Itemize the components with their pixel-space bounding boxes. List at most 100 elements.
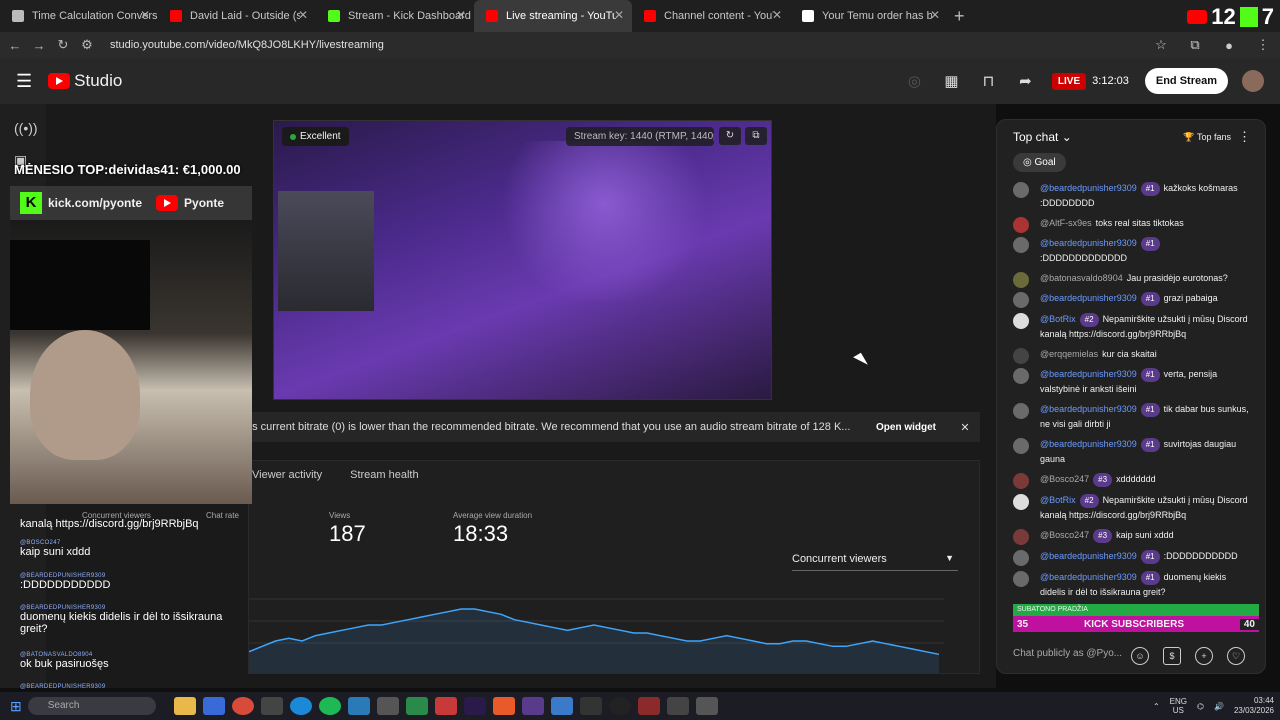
studio-logo[interactable]: Studio [48, 71, 122, 91]
chat-author[interactable]: @beardedpunisher9309 [1040, 183, 1137, 193]
hamburger-menu-icon[interactable]: ☰ [16, 71, 32, 92]
chat-message[interactable]: @Bosco247 #3 kaip suni xddd [997, 525, 1259, 546]
chat-message[interactable]: @beardedpunisher9309 #1 duomenų kiekis did… [997, 567, 1259, 602]
terminal-icon[interactable] [579, 697, 602, 715]
close-icon[interactable]: ✕ [950, 421, 980, 434]
chat-author[interactable]: @beardedpunisher9309 [1040, 238, 1137, 248]
premiere-icon[interactable] [463, 697, 486, 715]
profile-icon[interactable]: ● [1212, 38, 1246, 53]
tab-close-icon[interactable]: ✕ [930, 8, 940, 22]
emoji-icon[interactable]: ☺ [1131, 647, 1149, 665]
chat-message[interactable]: @BotRix #2 Nepamirškite užsukti į mūsų Dis… [997, 309, 1259, 344]
streaming-status-icon[interactable]: ◎ [896, 72, 933, 90]
brave-icon[interactable] [492, 697, 515, 715]
obs-icon[interactable] [608, 697, 631, 715]
notepad-icon[interactable] [550, 697, 573, 715]
browser-tab[interactable]: Time Calculation Conversion ✕ [0, 0, 158, 32]
tab-close-icon[interactable]: ✕ [140, 8, 150, 22]
bookmark-icon[interactable]: ⊓ [970, 72, 1007, 90]
tab-viewer-activity[interactable]: Viewer activity [252, 469, 322, 481]
app-icon[interactable] [260, 697, 283, 715]
app-icon[interactable] [405, 697, 428, 715]
file-explorer-icon[interactable] [173, 697, 196, 715]
url-input[interactable]: studio.youtube.com/video/MkQ8JO8LKHY/liv… [110, 39, 1144, 51]
tab-stream-health[interactable]: Stream health [350, 469, 418, 481]
windows-start-icon[interactable]: ⊞ [10, 698, 22, 715]
tab-close-icon[interactable]: ✕ [772, 8, 782, 22]
app-icon[interactable] [376, 697, 399, 715]
chat-message[interactable]: @erqqemielas kur cia skaitai [997, 344, 1259, 364]
browser-tab[interactable]: David Laid - Outside (slowed + reverb) ✕ [158, 0, 316, 32]
volume-icon[interactable]: 🔊 [1214, 702, 1224, 711]
taskbar-clock[interactable]: 03:44 23/03/2026 [1234, 696, 1274, 716]
chat-author[interactable]: @beardedpunisher9309 [1040, 439, 1137, 449]
chat-author[interactable]: @erqqemielas [1040, 349, 1098, 359]
browser-tab[interactable]: Your Temu order has been trans ✕ [790, 0, 948, 32]
bookmark-star-icon[interactable]: ☆ [1144, 37, 1178, 53]
chat-mode-select[interactable]: Top chat ⌄ [1013, 130, 1072, 144]
chat-author[interactable]: @AltF-sx9es [1040, 218, 1092, 228]
tray-chevron-icon[interactable]: ⌃ [1153, 702, 1160, 711]
chat-message[interactable]: @AltF-sx9es toks real sitas tiktokas [997, 213, 1259, 233]
end-stream-button[interactable]: End Stream [1144, 68, 1228, 94]
forward-icon[interactable]: → [30, 38, 48, 53]
app-icon[interactable] [521, 697, 544, 715]
extensions-icon[interactable]: ⧉ [1178, 37, 1212, 53]
open-widget-button[interactable]: Open widget [862, 422, 950, 433]
app-icon[interactable] [695, 697, 718, 715]
chat-message[interactable]: @beardedpunisher9309 #1 kažkoks košmaras :… [997, 178, 1259, 213]
calendar-icon[interactable]: ▦ [933, 72, 970, 90]
app-icon[interactable] [637, 697, 660, 715]
copy-icon[interactable]: ⧉ [745, 127, 767, 145]
taskbar-search-input[interactable]: Search [27, 697, 156, 715]
browser-menu-icon[interactable]: ⋮ [1246, 37, 1280, 53]
store-icon[interactable] [202, 697, 225, 715]
chat-author[interactable]: @beardedpunisher9309 [1040, 293, 1137, 303]
chat-author[interactable]: @BotRix [1040, 314, 1076, 324]
chat-message[interactable]: @beardedpunisher9309 #1 grazi pabaiga [997, 288, 1259, 309]
site-info-icon[interactable]: ⚙ [78, 37, 96, 53]
chat-message[interactable]: @batonasvaldo8904 Jau prasidėjo eurotonas… [997, 268, 1259, 288]
share-icon[interactable]: ➦ [1007, 72, 1044, 90]
live-broadcast-icon[interactable]: ((•)) [14, 120, 38, 136]
chat-message[interactable]: @Bosco247 #3 xddddddd [997, 469, 1259, 490]
language-indicator[interactable]: ENG US [1170, 697, 1187, 715]
chat-author[interactable]: @beardedpunisher9309 [1040, 551, 1137, 561]
chat-author[interactable]: @beardedpunisher9309 [1040, 369, 1137, 379]
browser-tab-active[interactable]: Live streaming - YouTube Studio ✕ [474, 0, 632, 32]
back-icon[interactable]: ← [6, 38, 24, 53]
chat-message[interactable]: @beardedpunisher9309 #1 tik dabar bus sunk… [997, 399, 1259, 434]
app-icon[interactable] [434, 697, 457, 715]
chat-author[interactable]: @Bosco247 [1040, 530, 1089, 540]
chat-menu-icon[interactable]: ⋮ [1238, 129, 1251, 145]
photos-icon[interactable] [347, 697, 370, 715]
chat-message[interactable]: @beardedpunisher9309 #1:DDDDDDDDDDD [997, 546, 1259, 567]
new-tab-button[interactable]: + [954, 6, 965, 27]
edge-icon[interactable] [289, 697, 312, 715]
app-icon[interactable] [666, 697, 689, 715]
super-chat-icon[interactable]: $ [1163, 647, 1181, 665]
chat-input[interactable]: Chat publicly as @Pyo... [1013, 648, 1122, 659]
chat-author[interactable]: @beardedpunisher9309 [1040, 404, 1137, 414]
heart-icon[interactable]: ♡ [1227, 647, 1245, 665]
tab-close-icon[interactable]: ✕ [456, 8, 466, 22]
avatar[interactable] [1242, 70, 1264, 92]
browser-tab[interactable]: Channel content - YouTube Studio ✕ [632, 0, 790, 32]
reload-icon[interactable]: ↻ [54, 37, 72, 53]
spotify-icon[interactable] [318, 697, 341, 715]
top-fans-button[interactable]: 🏆 Top fans [1183, 132, 1231, 143]
chat-message[interactable]: @beardedpunisher9309 #1:DDDDDDDDDDDDD [997, 233, 1259, 268]
refresh-icon[interactable]: ↻ [719, 127, 741, 145]
stream-key-select[interactable]: Stream key: 1440 (RTMP, 1440p) [566, 127, 714, 146]
tab-close-icon[interactable]: ✕ [298, 8, 308, 22]
chrome-icon[interactable] [231, 697, 254, 715]
network-icon[interactable]: ⌬ [1197, 702, 1204, 711]
chat-message[interactable]: @beardedpunisher9309 #1 suvirtojas daugiau… [997, 434, 1259, 469]
add-icon[interactable]: + [1195, 647, 1213, 665]
tab-close-icon[interactable]: ✕ [614, 8, 624, 22]
chat-author[interactable]: @BotRix [1040, 495, 1076, 505]
chat-message[interactable]: @BotRix #2 Nepamirškite užsukti į mūsų Dis… [997, 490, 1259, 525]
chat-author[interactable]: @beardedpunisher9309 [1040, 572, 1137, 582]
goal-button[interactable]: ◎ Goal [1013, 153, 1066, 172]
chat-message[interactable]: @beardedpunisher9309 #1 verta, pensija val… [997, 364, 1259, 399]
